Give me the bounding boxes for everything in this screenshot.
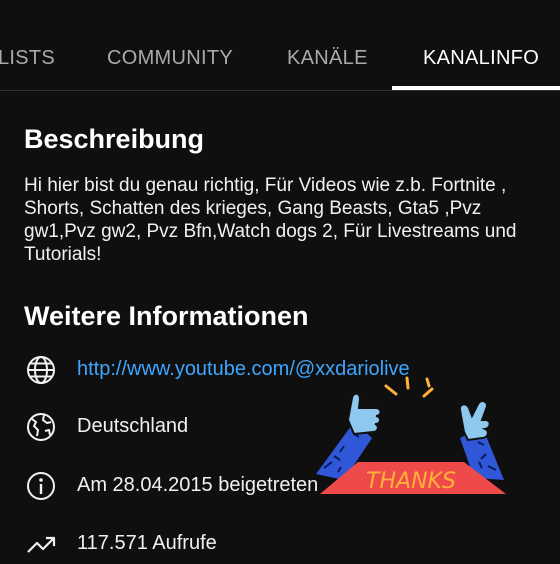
- active-tab-indicator: [392, 86, 560, 90]
- channel-description: Hi hier bist du genau richtig, Für Video…: [24, 175, 517, 265]
- earth-location-icon: [27, 413, 55, 441]
- joined-date-text: Am 28.04.2015 beigetreten: [77, 474, 319, 496]
- tab-about[interactable]: KANALINFO: [423, 46, 539, 70]
- globe-icon: [27, 356, 55, 384]
- more-info-heading: Weitere Informationen: [24, 301, 309, 331]
- tab-channels[interactable]: KANÄLE: [287, 46, 368, 70]
- info-row-views: 117.571 Aufrufe: [0, 524, 560, 564]
- description-heading: Beschreibung: [24, 124, 205, 154]
- tab-community[interactable]: COMMUNITY: [107, 46, 233, 70]
- tab-playlists[interactable]: LISTS: [0, 46, 55, 70]
- view-count-text: 117.571 Aufrufe: [77, 532, 217, 554]
- sticker-text: THANKS: [366, 469, 456, 494]
- thumbs-up-thanks-sticker-icon: THANKS: [316, 376, 506, 494]
- channel-tab-bar: LISTS COMMUNITY KANÄLE KANALINFO: [0, 0, 560, 91]
- country-text: Deutschland: [77, 415, 189, 437]
- info-circle-icon: [27, 472, 55, 500]
- trending-views-icon: [27, 536, 56, 553]
